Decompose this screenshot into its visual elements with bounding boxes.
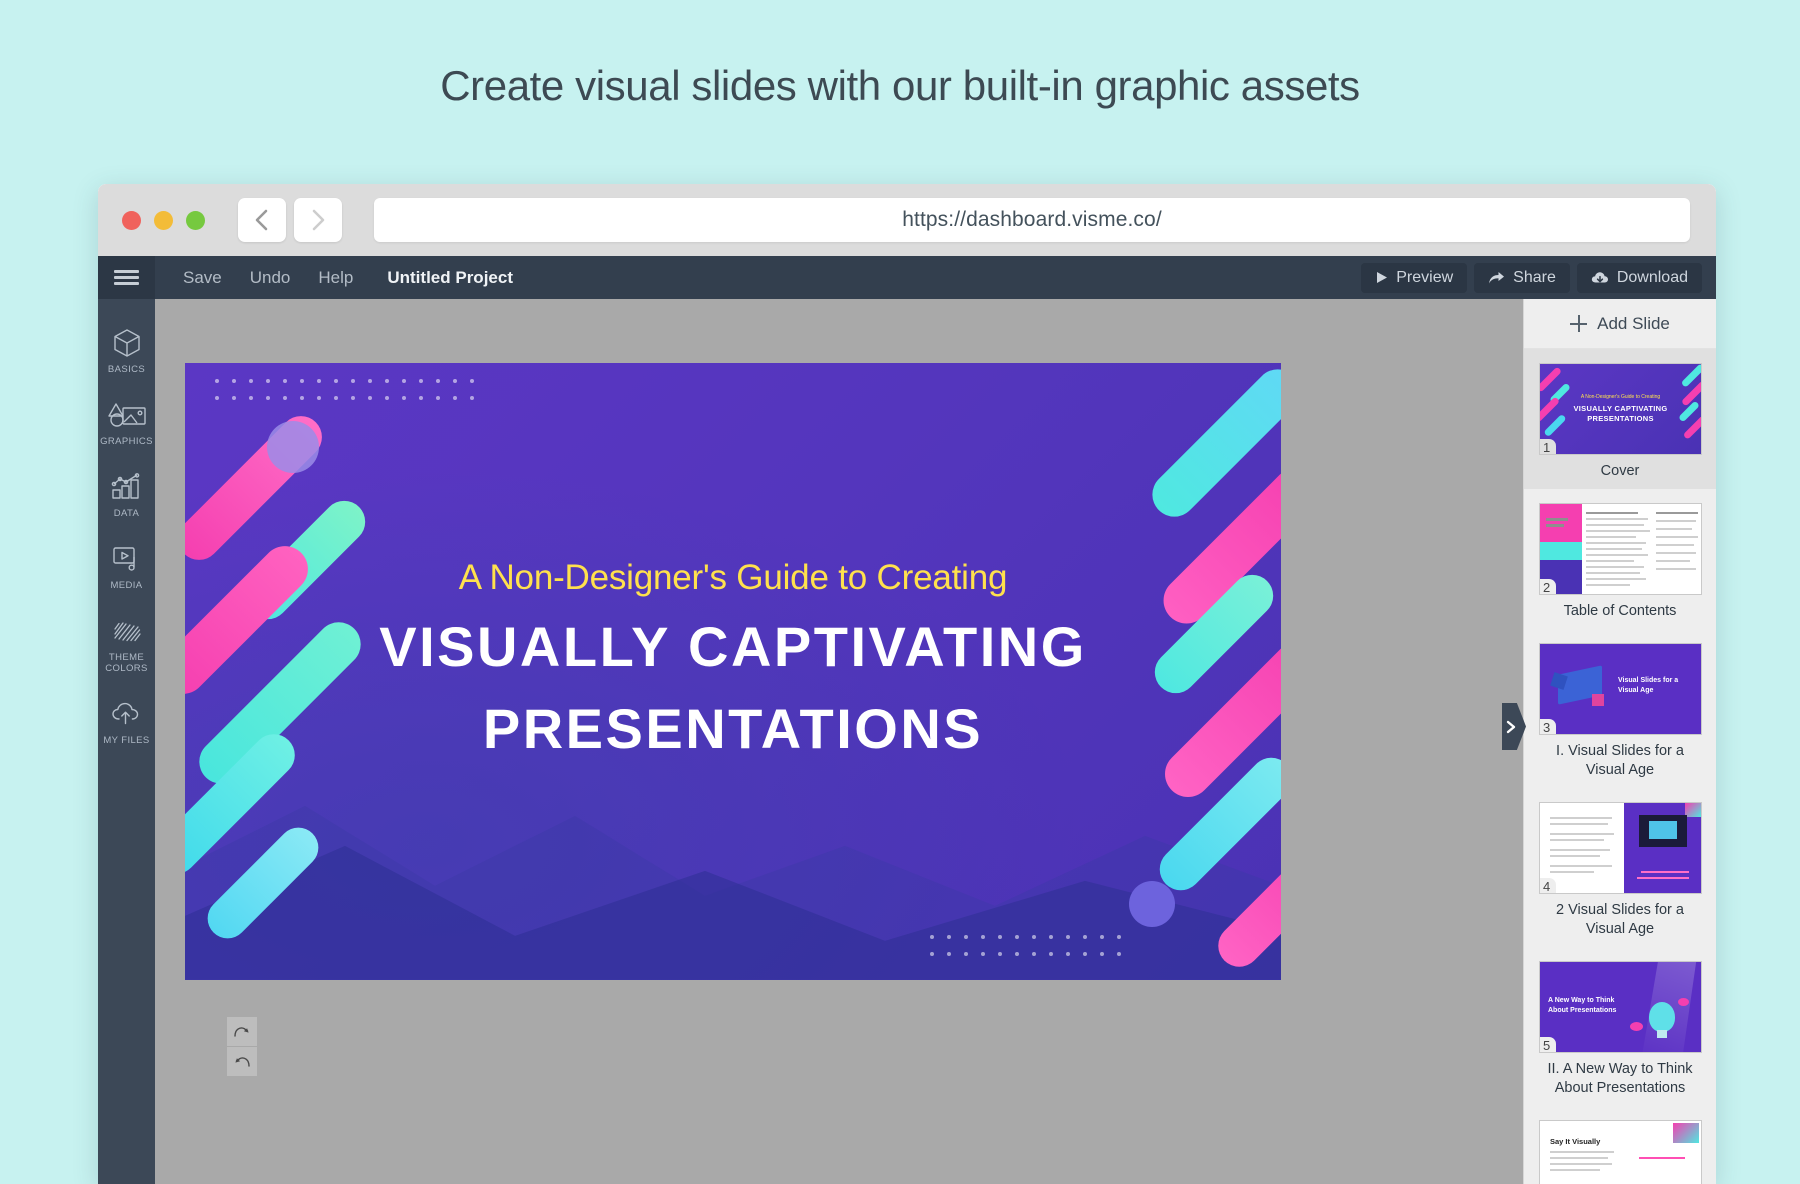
page-title: Create visual slides with our built-in g… — [440, 62, 1360, 109]
slide-text-block[interactable]: A Non-Designer's Guide to Creating VISUA… — [185, 558, 1281, 762]
hamburger-icon — [114, 267, 139, 289]
app-toolbar: Save Undo Help Untitled Project Preview … — [98, 256, 1716, 299]
forward-button[interactable] — [294, 198, 342, 242]
slide-canvas[interactable]: A Non-Designer's Guide to Creating VISUA… — [185, 363, 1281, 980]
slide-thumbnail-6[interactable]: Say It Visually 6 Say It Visually — [1524, 1106, 1716, 1184]
editor-canvas[interactable]: A Non-Designer's Guide to Creating VISUA… — [155, 299, 1523, 1184]
thumbnail-image: Say It Visually 6 — [1539, 1120, 1702, 1184]
thumb-title: Visual Slides for a Visual Age — [1618, 677, 1679, 694]
sidebar-label-theme-colors: THEME COLORS — [105, 652, 148, 674]
save-button[interactable]: Save — [169, 256, 236, 299]
chart-icon — [111, 472, 143, 502]
thumb-title: A New Way to Think About Presentations — [1548, 997, 1617, 1014]
shapes-image-icon — [107, 400, 147, 430]
slide-number: 1 — [1540, 439, 1557, 454]
url-text: https://dashboard.visme.co/ — [902, 208, 1162, 231]
diagonal-stripes-icon — [112, 616, 142, 646]
collapse-panel-button[interactable] — [1502, 703, 1526, 750]
app-body: BASICS GRAPHICS DATA MEDIA THEME COLORS … — [98, 299, 1716, 1184]
toolbar-actions: Preview Share Download — [1361, 262, 1716, 293]
thumbnail-image: Visual Slides for a Visual Age 3 — [1539, 643, 1702, 735]
play-icon — [1377, 272, 1388, 283]
chevron-right-icon — [1506, 720, 1516, 733]
slide-title-line1: VISUALLY CAPTIVATING — [379, 615, 1087, 678]
thumb-title: VISUALLY CAPTIVATING PRESENTATIONS — [1573, 404, 1668, 423]
download-label: Download — [1616, 268, 1688, 286]
media-player-icon — [112, 544, 142, 574]
slide-label: I. Visual Slides for a Visual Age — [1556, 743, 1684, 778]
slide-number: 5 — [1540, 1037, 1557, 1052]
undo-button[interactable]: Undo — [236, 256, 305, 299]
chevron-right-icon — [312, 209, 325, 231]
cube-icon — [113, 328, 141, 358]
browser-window: https://dashboard.visme.co/ Save Undo He… — [98, 184, 1716, 1184]
add-slide-label: Add Slide — [1597, 313, 1670, 333]
undo-button[interactable] — [227, 1047, 257, 1077]
share-label: Share — [1513, 268, 1556, 286]
browser-nav-buttons — [238, 198, 342, 242]
sidebar-label-basics: BASICS — [107, 364, 146, 375]
browser-chrome: https://dashboard.visme.co/ — [98, 184, 1716, 256]
slide-number: 2 — [1540, 579, 1557, 594]
sidebar-item-my-files[interactable]: MY FILES — [98, 686, 155, 758]
sidebar-item-graphics[interactable]: GRAPHICS — [98, 387, 155, 459]
thumbnail-image: 2 — [1539, 503, 1702, 595]
undo-arrow-icon — [235, 1056, 250, 1067]
slide-thumbnail-3[interactable]: Visual Slides for a Visual Age 3 I. Visu… — [1524, 629, 1716, 788]
sidebar-item-theme-colors[interactable]: THEME COLORS — [98, 603, 155, 686]
back-button[interactable] — [238, 198, 286, 242]
slide-label: 2 Visual Slides for a Visual Age — [1556, 902, 1684, 937]
thumbnail-image: A New Way to Think About Presentations 5 — [1539, 961, 1702, 1053]
canvas-history-controls — [227, 1017, 257, 1077]
preview-label: Preview — [1396, 268, 1454, 286]
slide-title-line2: PRESENTATIONS — [482, 697, 984, 760]
slide-label: II. A New Way to Think About Presentatio… — [1547, 1061, 1693, 1096]
project-title[interactable]: Untitled Project — [367, 256, 527, 299]
preview-button[interactable]: Preview — [1361, 262, 1468, 293]
redo-arrow-icon — [234, 1026, 249, 1037]
chevron-left-icon — [255, 209, 268, 231]
add-slide-button[interactable]: Add Slide — [1524, 299, 1716, 349]
thumb-title: Say It Visually — [1550, 1137, 1601, 1146]
slide-kicker: A Non-Designer's Guide to Creating — [458, 558, 1008, 597]
toolbar-menu: Save Undo Help Untitled Project — [169, 256, 527, 299]
slides-list[interactable]: A Non-Designer's Guide to Creating VISUA… — [1524, 349, 1716, 1184]
slide-thumbnail-5[interactable]: A New Way to Think About Presentations 5… — [1524, 947, 1716, 1106]
cloud-download-icon — [1591, 271, 1608, 282]
sidebar-item-basics[interactable]: BASICS — [98, 315, 155, 387]
slide-number: 3 — [1540, 719, 1557, 734]
address-bar[interactable]: https://dashboard.visme.co/ — [374, 198, 1690, 242]
dot-grid-top — [215, 379, 474, 400]
sidebar-item-media[interactable]: MEDIA — [98, 531, 155, 603]
dot-grid-bottom — [930, 935, 1121, 956]
slide-thumbnail-4[interactable]: 4 2 Visual Slides for a Visual Age — [1524, 788, 1716, 947]
download-button[interactable]: Download — [1576, 262, 1702, 293]
plus-icon — [1570, 315, 1588, 332]
thumbnail-image: A Non-Designer's Guide to Creating VISUA… — [1539, 363, 1702, 455]
thumb-kicker: A Non-Designer's Guide to Creating — [1580, 394, 1661, 400]
thumbnail-image: 4 — [1539, 802, 1702, 894]
slide-thumbnail-2[interactable]: 2 Table of Contents — [1524, 489, 1716, 629]
slides-panel: Add Slide A Non-Designer's Guide to Crea… — [1502, 299, 1716, 1184]
sidebar-label-media: MEDIA — [110, 580, 143, 591]
sidebar-label-my-files: MY FILES — [103, 735, 150, 746]
traffic-lights — [122, 210, 205, 230]
sidebar-item-data[interactable]: DATA — [98, 459, 155, 531]
share-button[interactable]: Share — [1474, 262, 1570, 293]
slide-thumbnail-1[interactable]: A Non-Designer's Guide to Creating VISUA… — [1524, 349, 1716, 489]
slide-label: Cover — [1600, 463, 1640, 479]
main-menu-button[interactable] — [98, 256, 155, 299]
share-arrow-icon — [1489, 271, 1505, 283]
help-button[interactable]: Help — [304, 256, 367, 299]
redo-button[interactable] — [227, 1017, 257, 1047]
slide-number: 4 — [1540, 878, 1557, 893]
slide-label: Table of Contents — [1563, 603, 1677, 619]
minimize-window-button[interactable] — [154, 210, 173, 230]
cloud-upload-icon — [111, 699, 143, 729]
sidebar-label-graphics: GRAPHICS — [100, 436, 153, 447]
maximize-window-button[interactable] — [186, 210, 205, 230]
tools-sidebar: BASICS GRAPHICS DATA MEDIA THEME COLORS … — [98, 299, 155, 1184]
sidebar-label-data: DATA — [113, 508, 140, 519]
close-window-button[interactable] — [122, 210, 141, 230]
